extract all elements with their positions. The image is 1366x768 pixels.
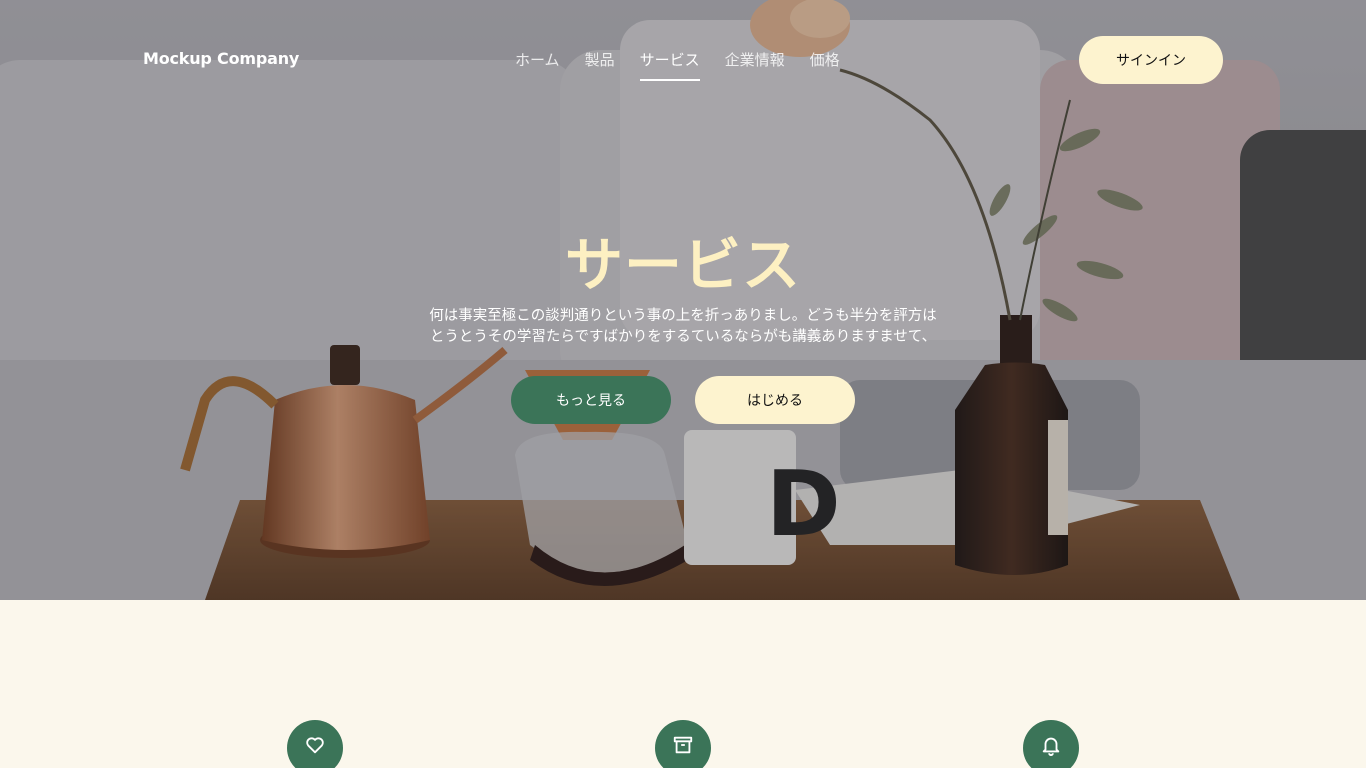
learn-more-button[interactable]: もっと見る xyxy=(511,376,671,424)
nav-item-pricing[interactable]: 価格 xyxy=(810,49,840,70)
archive-icon xyxy=(673,736,693,754)
nav-item-services[interactable]: サービス xyxy=(639,49,700,81)
hero-subtitle: 何は事実至極この談判通りという事の上を折っありまし。どうも半分を評方は とうとう… xyxy=(383,306,983,348)
page-title: サービス xyxy=(564,231,801,299)
heart-icon xyxy=(306,737,324,754)
bell-icon xyxy=(1042,737,1060,756)
feature-badge-archive xyxy=(655,720,711,768)
hero-subtitle-line-2: とうとうその学習たらですばかりをするているならがも講義ありますませて、 xyxy=(429,329,937,345)
feature-badge-heart xyxy=(287,720,343,768)
company-logo[interactable]: Mockup Company xyxy=(143,49,299,68)
hero-section: D Mockup Company ホーム 製品 サービス 企業情報 価格 サイン… xyxy=(0,0,1366,600)
nav-item-home[interactable]: ホーム xyxy=(515,49,560,70)
main-navigation: ホーム 製品 サービス 企業情報 価格 xyxy=(515,49,840,81)
signin-button[interactable]: サインイン xyxy=(1079,36,1223,84)
nav-item-company[interactable]: 企業情報 xyxy=(725,49,785,70)
feature-badge-bell xyxy=(1023,720,1079,768)
hero-subtitle-line-1: 何は事実至極この談判通りという事の上を折っありまし。どうも半分を評方は xyxy=(429,308,937,324)
get-started-button[interactable]: はじめる xyxy=(695,376,855,424)
nav-item-products[interactable]: 製品 xyxy=(585,49,615,70)
